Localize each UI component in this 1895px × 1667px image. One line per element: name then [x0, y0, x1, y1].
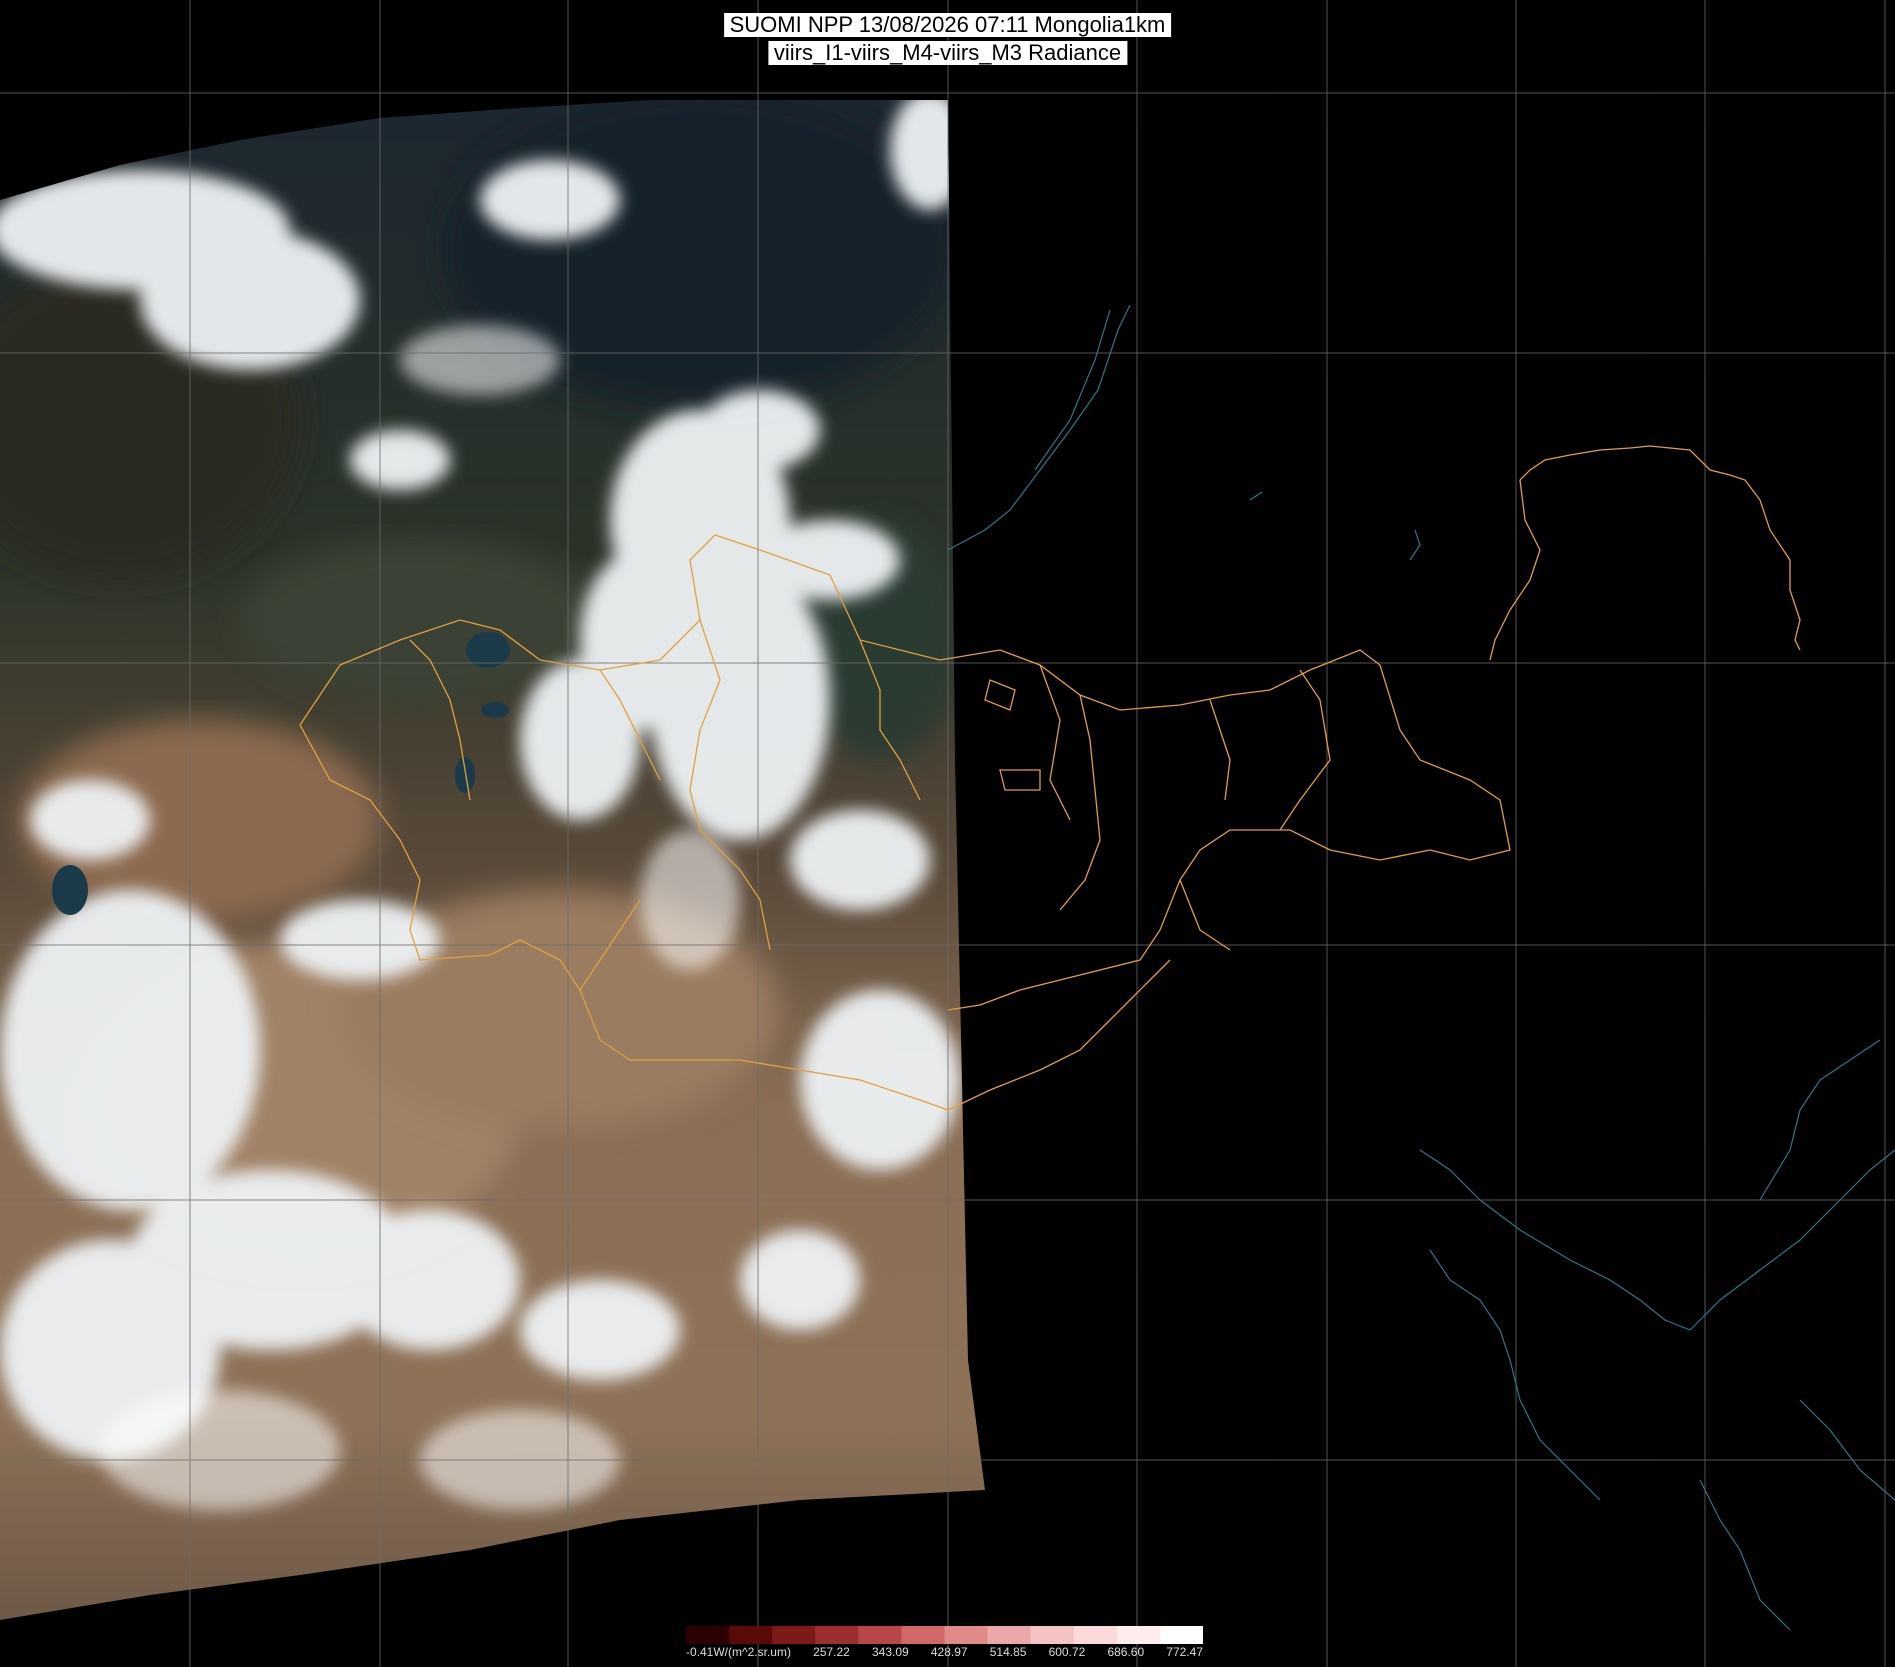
- radiance-colorbar: [686, 1626, 1203, 1644]
- colorbar-swatch: [944, 1626, 989, 1644]
- colorbar-tick-label: 600.72: [1048, 1645, 1086, 1659]
- colorbar-swatch: [772, 1626, 816, 1644]
- colorbar-swatch: [858, 1626, 902, 1644]
- colorbar-swatch: [1073, 1626, 1118, 1644]
- map-title-line1: SUOMI NPP 13/08/2026 07:11 Mongolia1km: [723, 13, 1172, 37]
- satellite-swath: [0, 100, 985, 1620]
- colorbar-tick-label: 772.47: [1166, 1645, 1203, 1659]
- colorbar-labels: -0.41W/(m^2.sr.um) 257.22 343.09 428.97 514.…: [686, 1645, 1203, 1661]
- colorbar-swatch: [729, 1626, 773, 1644]
- coastlines: [947, 304, 1895, 1631]
- colorbar-swatch: [815, 1626, 859, 1644]
- colorbar-tick-label: 343.09: [872, 1645, 909, 1659]
- satellite-map: [0, 0, 1895, 1667]
- colorbar-swatch: [901, 1626, 945, 1644]
- colorbar-swatch: [686, 1626, 730, 1644]
- colorbar-tick-label: -0.41W/(m^2.sr.um): [686, 1645, 791, 1659]
- colorbar-tick-label: 257.22: [813, 1645, 850, 1659]
- colorbar-swatch: [1159, 1626, 1203, 1644]
- colorbar-tick-label: 428.97: [930, 1645, 968, 1659]
- colorbar-tick-label: 514.85: [989, 1645, 1027, 1659]
- colorbar-swatch: [1116, 1626, 1161, 1644]
- colorbar-swatch: [987, 1626, 1032, 1644]
- colorbar-tick-label: 686.60: [1107, 1645, 1145, 1659]
- colorbar-swatch: [1030, 1626, 1075, 1644]
- map-title-line2: viirs_I1-viirs_M4-viirs_M3 Radiance: [767, 41, 1128, 65]
